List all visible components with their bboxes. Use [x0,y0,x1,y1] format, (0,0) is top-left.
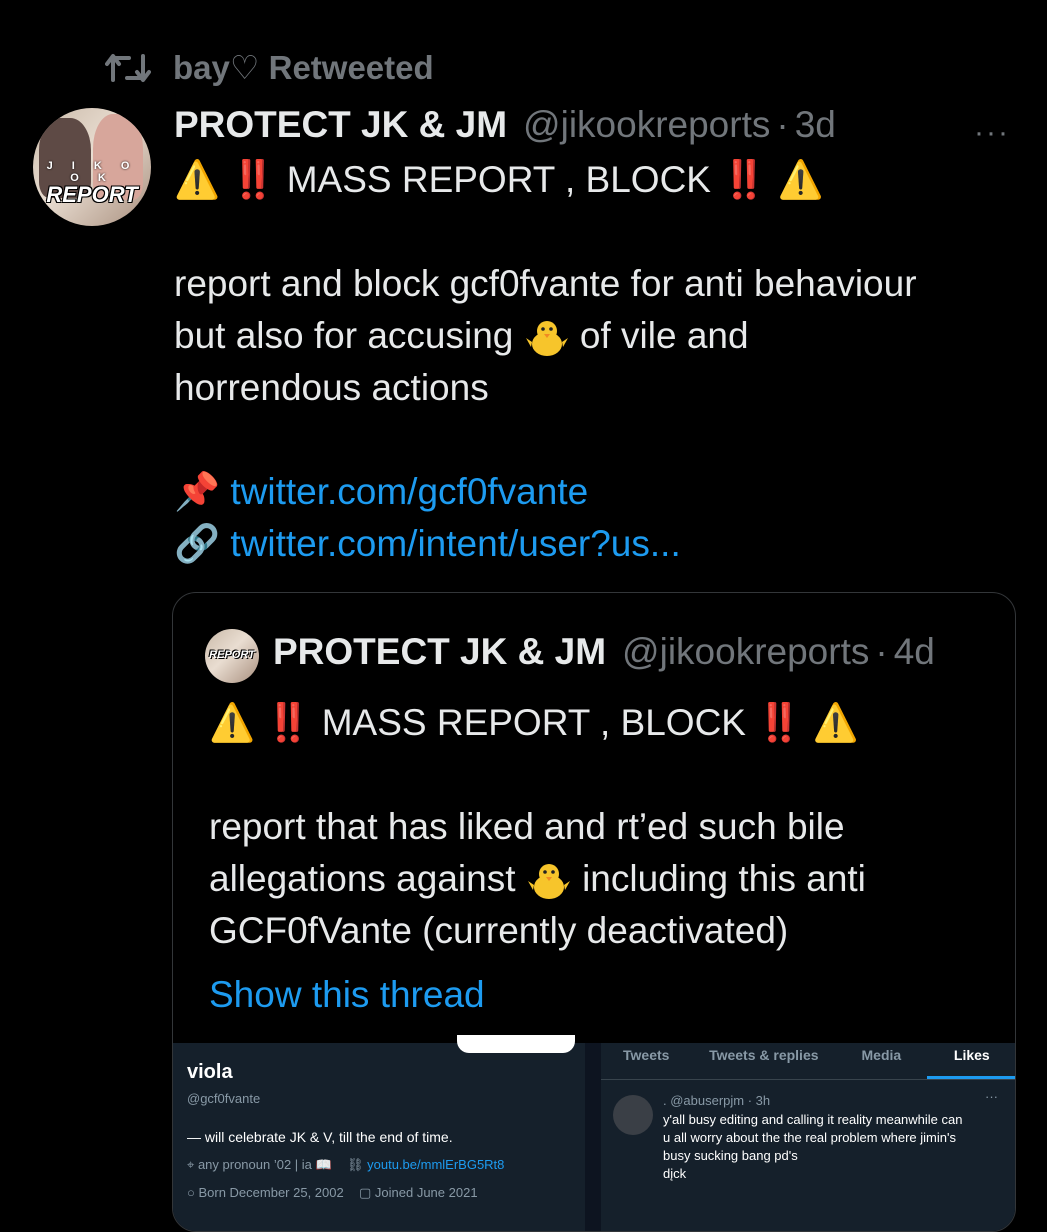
body-text: including this anti [582,858,866,899]
body-text: allegations against [209,858,516,899]
tweet-body-line-1: report and block gcf0fvante for anti beh… [174,263,917,304]
quoted-avatar[interactable]: REPORT [205,629,259,683]
profile-handle: @gcf0fvante [187,1091,261,1106]
show-thread-link[interactable]: Show this thread [209,969,485,1021]
quoted-author-name[interactable]: PROTECT JK & JM [273,631,606,673]
quoted-headline-text: MASS REPORT , BLOCK [321,702,746,743]
warning-icon: ⚠️ [777,158,824,201]
link-row-2: 🔗 twitter.com/intent/user?us... [174,518,681,570]
tweet-body-line-3: horrendous actions [174,367,489,408]
baby-chick-icon [527,864,570,900]
pronoun-text: any pronoun ’02 | ia 📖 [197,1157,332,1172]
liked-text-line: busy sucking bang pd's [663,1148,798,1163]
profile-joined: ▢ Joined June 2021 [359,1185,478,1200]
baby-chick-icon [525,321,568,357]
liked-text-line: y'all busy editing and calling it realit… [663,1112,963,1127]
liked-text-line: u all worry about the the real problem w… [663,1130,956,1145]
profile-link[interactable]: twitter.com/gcf0fvante [230,471,588,512]
quoted-avatar-text: REPORT [209,649,255,661]
quoted-author-handle[interactable]: @jikookreports [622,631,869,673]
retweet-header: bay♡ Retweeted [105,48,434,87]
tab-likes: Likes [926,1043,1015,1079]
tweet-time[interactable]: 3d [795,104,836,146]
quoted-body-line-2: allegations against including this anti [209,853,866,905]
avatar-small-text: J I K O O K [46,160,138,184]
profile-pronoun: ⌖ any pronoun ’02 | ia 📖 [187,1157,332,1172]
quoted-headline: ⚠️ ‼️ MASS REPORT , BLOCK ‼️ ⚠️ [209,697,859,749]
liked-user: . @abuserpjm · 3h [663,1093,771,1108]
body-text: but also for accusing [174,315,514,356]
profile-tabs: Tweets Tweets & replies Media Likes [601,1043,1015,1080]
intent-link[interactable]: twitter.com/intent/user?us... [230,523,680,564]
tweet-body-line-2: but also for accusing of vile and [174,310,749,362]
body-text: of vile and [579,315,749,356]
quoted-tweet[interactable]: REPORT PROTECT JK & JM @jikookreports · … [172,592,1016,1232]
double-exclamation-icon: ‼️ [265,701,312,744]
quoted-header: PROTECT JK & JM @jikookreports · 4d [273,631,935,673]
likes-panel: Tweets Tweets & replies Media Likes . @a… [601,1043,1015,1231]
retweet-label[interactable]: bay♡ Retweeted [173,48,434,87]
retweet-icon [105,53,151,82]
avatar-badge: J I K O O K REPORT [33,160,151,206]
profile-name: viola [187,1061,233,1083]
link-row-1: 📌 twitter.com/gcf0fvante [174,466,588,518]
double-exclamation-icon: ‼️ [756,701,803,744]
author-handle[interactable]: @jikookreports [523,104,770,146]
quoted-body-line-1: report that has liked and rt’ed such bil… [209,806,845,847]
profile-link-row: ⛓ youtu.be/mmlErBG5Rt8 [347,1157,505,1172]
more-options-icon: ··· [985,1089,998,1104]
separator-dot: · [776,104,789,145]
tab-tweets-replies: Tweets & replies [709,1047,819,1063]
profile-panel: viola @gcf0fvante — will celebrate JK & … [173,1035,585,1231]
warning-icon: ⚠️ [812,701,859,744]
tab-media: Media [861,1047,902,1063]
liked-text-line: dįck [663,1166,687,1181]
double-exclamation-icon: ‼️ [230,158,277,201]
warning-icon: ⚠️ [209,701,256,744]
attached-image[interactable]: viola @gcf0fvante — will celebrate JK & … [173,1035,1015,1231]
liked-tweet-text: y'all busy editing and calling it realit… [663,1111,1013,1183]
separator-dot: · [875,631,888,672]
born-text: Born December 25, 2002 [198,1185,344,1200]
double-exclamation-icon: ‼️ [721,158,768,201]
profile-url: youtu.be/mmlErBG5Rt8 [367,1157,505,1172]
avatar-big-text: REPORT [46,182,138,207]
quoted-body-line-3: GCF0fVante (currently deactivated) [209,910,789,951]
more-options-icon[interactable]: ··· [974,116,1010,150]
liked-avatar [613,1095,653,1135]
headline-text: MASS REPORT , BLOCK [286,159,711,200]
warning-icon: ⚠️ [174,158,221,201]
tweet-headline: ⚠️ ‼️ MASS REPORT , BLOCK ‼️ ⚠️ [174,154,824,206]
author-avatar[interactable]: J I K O O K REPORT [33,108,151,226]
quoted-time[interactable]: 4d [894,631,935,673]
pushpin-icon: 📌 [174,470,221,513]
follow-button [457,1035,575,1053]
author-name[interactable]: PROTECT JK & JM [174,104,507,146]
profile-born: ○ Born December 25, 2002 [187,1185,344,1200]
tab-tweets: Tweets [623,1047,670,1063]
tweet-header: PROTECT JK & JM @jikookreports · 3d [174,104,836,146]
profile-bio: — will celebrate JK & V, till the end of… [187,1129,453,1145]
link-chain-icon: 🔗 [174,522,221,565]
joined-text: Joined June 2021 [374,1185,478,1200]
